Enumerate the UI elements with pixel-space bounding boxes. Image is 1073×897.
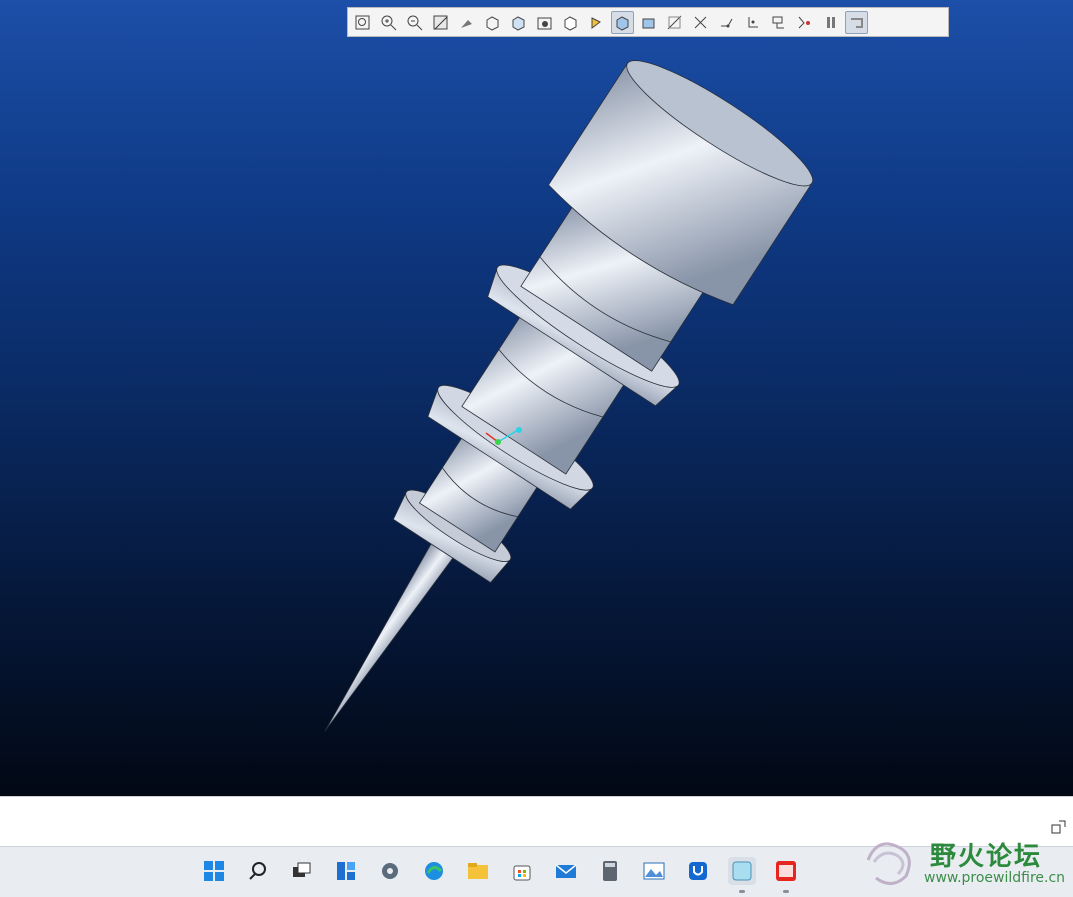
- photos-icon: [643, 862, 665, 880]
- widgets-icon: [337, 862, 355, 880]
- store-icon: [513, 865, 531, 881]
- csys-display-icon: [748, 16, 758, 27]
- taskbar-store[interactable]: [508, 857, 536, 885]
- perspective-button[interactable]: [637, 11, 660, 34]
- repaint-icon: [433, 15, 448, 29]
- file-explorer-icon: [468, 863, 488, 879]
- appearance-gallery-button[interactable]: [533, 11, 556, 34]
- running-indicator: [739, 890, 745, 893]
- plane-display-button[interactable]: [663, 11, 686, 34]
- spin-center-display-icon: [798, 16, 810, 28]
- plane-display-icon: [667, 15, 682, 29]
- taskbar-calculator[interactable]: [596, 857, 624, 885]
- zoom-in-icon: [381, 15, 397, 30]
- taskbar-widgets[interactable]: [332, 857, 360, 885]
- app-u-icon: [689, 862, 707, 880]
- perspective-icon: [642, 18, 655, 28]
- shading-button[interactable]: [611, 10, 634, 34]
- refit-icon: [355, 15, 370, 29]
- taskbar-start[interactable]: [200, 857, 228, 885]
- spin-center-button[interactable]: [455, 11, 478, 34]
- zoom-in-button[interactable]: [377, 11, 400, 34]
- taskbar-app-u[interactable]: [684, 857, 712, 885]
- screw-3d-model[interactable]: [0, 0, 1073, 796]
- saved-orientations-button[interactable]: [507, 11, 530, 34]
- taskbar-search[interactable]: [244, 857, 272, 885]
- search-icon: [249, 862, 266, 880]
- regenerate-button[interactable]: [845, 10, 868, 34]
- watermark-logo-icon: [866, 842, 911, 885]
- spin-center-icon: [461, 19, 472, 28]
- start-icon: [204, 861, 224, 881]
- orient-mode-icon: [591, 16, 601, 29]
- graphics-viewport[interactable]: [0, 0, 1073, 796]
- mail-icon: [555, 864, 577, 878]
- refit-button[interactable]: [351, 11, 374, 34]
- pingan-securities-icon: [776, 861, 796, 881]
- annotation-display-icon: [772, 16, 784, 28]
- taskbar-edge[interactable]: [420, 857, 448, 885]
- csys-display-button[interactable]: [741, 11, 764, 34]
- graphics-toolbar: [347, 7, 949, 37]
- taskbar-mail[interactable]: [552, 857, 580, 885]
- point-display-icon: [721, 18, 733, 27]
- regenerate-icon: [851, 17, 863, 28]
- edge-icon: [425, 862, 443, 880]
- view-manager-button[interactable]: [481, 11, 504, 34]
- display-style-button[interactable]: [559, 11, 582, 34]
- taskbar-task-view[interactable]: [288, 857, 316, 885]
- calculator-icon: [603, 861, 617, 881]
- zoom-out-button[interactable]: [403, 11, 426, 34]
- pause-button[interactable]: [819, 11, 842, 34]
- taskbar-file-explorer[interactable]: [464, 857, 492, 885]
- zoom-out-icon: [407, 15, 423, 30]
- spin-center-display-button[interactable]: [793, 11, 816, 34]
- orient-mode-button[interactable]: [585, 11, 608, 34]
- display-style-icon: [564, 15, 577, 31]
- taskbar-creo[interactable]: [728, 857, 756, 893]
- taskbar-settings[interactable]: [376, 857, 404, 885]
- repaint-button[interactable]: [429, 11, 452, 34]
- axis-display-icon: [694, 16, 707, 28]
- task-view-icon: [293, 862, 311, 877]
- axis-display-button[interactable]: [689, 11, 712, 34]
- settings-icon: [382, 863, 398, 879]
- taskbar-pingan-securities[interactable]: [772, 857, 800, 893]
- watermark-url: www.proewildfire.cn: [924, 870, 1066, 886]
- taskbar-photos[interactable]: [640, 857, 668, 885]
- shading-icon: [616, 15, 629, 31]
- creo-icon: [732, 861, 752, 881]
- saved-orientations-icon: [512, 15, 525, 31]
- watermark-title: 野火论坛: [930, 842, 1043, 872]
- pause-icon: [827, 16, 835, 28]
- annotation-display-button[interactable]: [767, 11, 790, 34]
- forum-watermark: 野火论坛 www.proewildfire.cn: [862, 832, 1073, 892]
- running-indicator: [783, 890, 789, 893]
- point-display-button[interactable]: [715, 11, 738, 34]
- appearance-gallery-icon: [537, 17, 552, 29]
- view-manager-icon: [486, 15, 499, 31]
